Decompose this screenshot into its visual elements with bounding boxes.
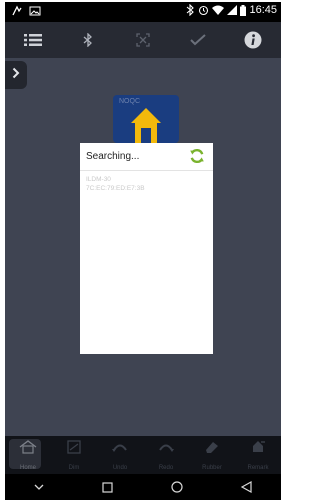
nav-remark[interactable]: Remark: [235, 436, 281, 474]
device-mac-address: 7C:EC:79:ED:E7:3B: [86, 185, 145, 192]
nav-remark-label: Remark: [247, 465, 269, 471]
bluetooth-icon: [83, 33, 93, 47]
refresh-icon[interactable]: [189, 148, 205, 169]
scan-icon: [136, 33, 150, 47]
top-toolbar: [5, 22, 281, 58]
undo-icon: [112, 440, 128, 458]
bluetooth-icon: [186, 4, 195, 16]
alarm-icon: [198, 4, 209, 16]
nav-rubber-label: Rubber: [202, 465, 222, 471]
eraser-icon: [204, 440, 220, 459]
info-icon: [244, 31, 262, 49]
device-list-item[interactable]: ILDM-30 7C:EC:79:ED:E7:3B: [80, 171, 213, 193]
nav-rubber[interactable]: Rubber: [189, 436, 235, 474]
back-icon[interactable]: [241, 481, 252, 493]
device-name: ILDM-30: [86, 176, 111, 183]
nav-home[interactable]: Home: [5, 436, 51, 474]
status-bar: 16:45: [5, 2, 281, 22]
check-icon: [190, 34, 206, 46]
nav-redo[interactable]: Redo: [143, 436, 189, 474]
system-nav-bar: [5, 474, 281, 500]
search-dialog: Searching... ILDM-30 7C:EC:79:ED:E7:3B: [80, 143, 213, 354]
notification-icon: [11, 5, 23, 17]
redo-icon: [158, 440, 174, 458]
confirm-button[interactable]: [171, 22, 226, 58]
nav-dim-label: Dim: [68, 465, 80, 471]
photo-icon: [29, 5, 41, 17]
content-area: NOQC Searching... ILDM-30 7C:EC:79:ED:E7…: [5, 58, 281, 436]
phone-screen: 16:45 NOQC Searching... ILDM-30 7C:EC:79…: [5, 2, 281, 500]
side-drawer-toggle[interactable]: [5, 61, 27, 89]
recents-icon[interactable]: [102, 481, 113, 493]
chevron-right-icon: [12, 66, 20, 84]
status-time: 16:45: [249, 4, 277, 16]
home-circle-icon[interactable]: [171, 481, 183, 493]
nav-dim[interactable]: Dim: [51, 436, 97, 474]
bottom-nav: Home Dim Undo Redo Rubber Remark: [5, 436, 281, 474]
menu-button[interactable]: [5, 22, 60, 58]
home-icon: [19, 440, 37, 459]
signal-icon: [227, 4, 238, 16]
nav-redo-label: Redo: [158, 465, 174, 471]
nav-home-label: Home: [19, 465, 36, 471]
list-icon: [23, 33, 42, 47]
chevron-down-icon[interactable]: [34, 483, 44, 491]
info-button[interactable]: [226, 22, 281, 58]
nav-undo[interactable]: Undo: [97, 436, 143, 474]
dialog-header: Searching...: [80, 143, 213, 171]
project-tile[interactable]: NOQC: [113, 95, 179, 143]
bluetooth-button[interactable]: [60, 22, 115, 58]
remark-icon: [250, 440, 266, 459]
dim-icon: [67, 440, 81, 459]
dialog-title: Searching...: [86, 151, 140, 162]
nav-undo-label: Undo: [112, 465, 128, 471]
wifi-icon: [212, 5, 225, 16]
loading-dots: ...: [131, 151, 140, 162]
battery-icon: [240, 4, 247, 16]
scan-button[interactable]: [115, 22, 170, 58]
